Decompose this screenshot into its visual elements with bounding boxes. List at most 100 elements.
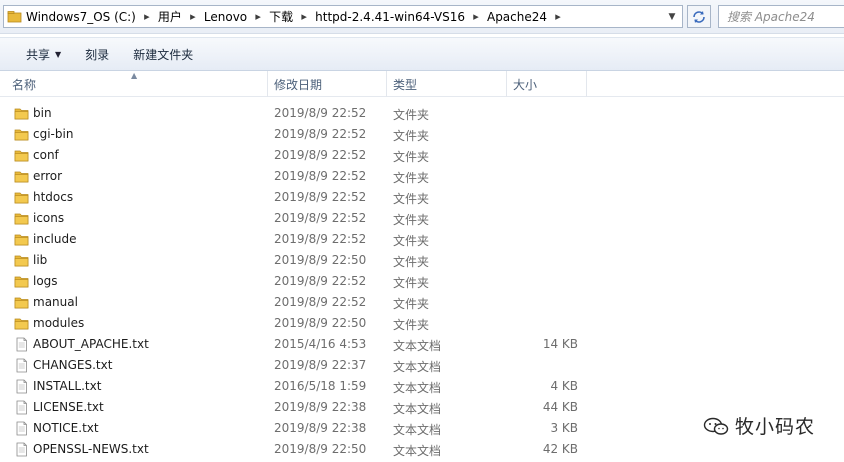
file-name: logs <box>33 274 58 288</box>
file-type: 文件夹 <box>393 318 430 332</box>
file-type: 文件夹 <box>393 129 430 143</box>
breadcrumb-item[interactable]: 下载 <box>267 8 295 25</box>
address-bar[interactable]: Windows7_OS (C:) ▸ 用户 ▸ Lenovo ▸ 下载 ▸ httpd-2.4.… <box>3 5 683 28</box>
file-size: 44 KB <box>542 400 578 414</box>
file-name: bin <box>33 106 52 120</box>
folder-icon <box>14 148 29 163</box>
file-date: 2019/8/9 22:50 <box>274 316 367 330</box>
share-button[interactable]: 共享 ▼ <box>0 41 73 67</box>
breadcrumb-item[interactable]: Apache24 <box>485 10 549 24</box>
breadcrumb-item[interactable]: Lenovo <box>202 10 249 24</box>
file-row[interactable]: OPENSSL-NEWS.txt 2019/8/9 22:50 文本文档 42 KB <box>0 439 844 460</box>
folder-icon <box>14 316 29 331</box>
file-row[interactable]: bin 2019/8/9 22:52 文件夹 <box>0 103 844 124</box>
new-folder-button[interactable]: 新建文件夹 <box>121 41 205 67</box>
file-name: manual <box>33 295 78 309</box>
folder-icon <box>14 169 29 184</box>
file-name: ABOUT_APACHE.txt <box>33 337 149 351</box>
folder-icon <box>14 127 29 142</box>
file-date: 2019/8/9 22:52 <box>274 190 367 204</box>
file-date: 2019/8/9 22:52 <box>274 169 367 183</box>
caret-down-icon: ▼ <box>55 49 62 59</box>
breadcrumb-item[interactable]: 用户 <box>156 8 184 25</box>
file-name: INSTALL.txt <box>33 379 102 393</box>
file-type: 文本文档 <box>393 402 442 416</box>
file-date: 2019/8/9 22:52 <box>274 274 367 288</box>
chevron-down-icon[interactable]: ▼ <box>664 8 680 25</box>
file-name: htdocs <box>33 190 74 204</box>
file-name: LICENSE.txt <box>33 400 104 414</box>
file-name: icons <box>33 211 65 225</box>
chevron-right-icon[interactable]: ▸ <box>295 10 313 23</box>
burn-label: 刻录 <box>85 47 110 62</box>
file-size: 42 KB <box>542 442 578 456</box>
chevron-right-icon[interactable]: ▸ <box>249 10 267 23</box>
file-name: OPENSSL-NEWS.txt <box>33 442 149 456</box>
burn-button[interactable]: 刻录 <box>73 41 121 67</box>
file-row[interactable]: logs 2019/8/9 22:52 文件夹 <box>0 271 844 292</box>
file-row[interactable]: modules 2019/8/9 22:50 文件夹 <box>0 313 844 334</box>
file-name: conf <box>33 148 59 162</box>
address-bar-row: Windows7_OS (C:) ▸ 用户 ▸ Lenovo ▸ 下载 ▸ httpd-2.4.… <box>0 0 844 34</box>
column-header-name[interactable]: 名称 <box>6 71 268 97</box>
search-placeholder: 搜索 Apache24 <box>727 10 815 24</box>
new-folder-label: 新建文件夹 <box>133 47 194 62</box>
file-size: 14 KB <box>542 337 578 351</box>
file-date: 2019/8/9 22:52 <box>274 211 367 225</box>
watermark-text: 牧小码农 <box>735 416 816 438</box>
file-row[interactable]: htdocs 2019/8/9 22:52 文件夹 <box>0 187 844 208</box>
file-date: 2019/8/9 22:37 <box>274 358 367 372</box>
file-row[interactable]: conf 2019/8/9 22:52 文件夹 <box>0 145 844 166</box>
file-type: 文本文档 <box>393 339 442 353</box>
wechat-icon <box>703 417 729 435</box>
chevron-right-icon[interactable]: ▸ <box>184 10 202 23</box>
chevron-right-icon[interactable]: ▸ <box>467 10 485 23</box>
folder-icon <box>14 253 29 268</box>
file-row[interactable]: icons 2019/8/9 22:52 文件夹 <box>0 208 844 229</box>
file-date: 2019/8/9 22:50 <box>274 442 367 456</box>
file-row[interactable]: lib 2019/8/9 22:50 文件夹 <box>0 250 844 271</box>
watermark: 牧小码农 <box>703 412 815 439</box>
command-toolbar: 共享 ▼ 刻录 新建文件夹 <box>0 37 844 71</box>
folder-icon <box>14 190 29 205</box>
file-size: 4 KB <box>550 379 578 393</box>
file-type: 文件夹 <box>393 213 430 227</box>
column-size-label: 大小 <box>513 77 538 92</box>
file-row[interactable]: error 2019/8/9 22:52 文件夹 <box>0 166 844 187</box>
folder-icon <box>14 232 29 247</box>
file-type: 文件夹 <box>393 276 430 290</box>
file-row[interactable]: CHANGES.txt 2019/8/9 22:37 文本文档 <box>0 355 844 376</box>
breadcrumb-item[interactable]: Windows7_OS (C:) <box>24 10 138 24</box>
text-file-icon <box>14 442 29 457</box>
share-label: 共享 <box>26 47 51 62</box>
file-date: 2019/8/9 22:52 <box>274 232 367 246</box>
file-date: 2019/8/9 22:38 <box>274 421 367 435</box>
text-file-icon <box>14 400 29 415</box>
chevron-right-icon[interactable]: ▸ <box>138 10 156 23</box>
chevron-right-icon[interactable]: ▸ <box>549 10 567 23</box>
column-header-size[interactable]: 大小 <box>507 71 587 97</box>
address-root-icon[interactable] <box>4 9 24 25</box>
file-type: 文件夹 <box>393 108 430 122</box>
file-row[interactable]: include 2019/8/9 22:52 文件夹 <box>0 229 844 250</box>
file-row[interactable]: manual 2019/8/9 22:52 文件夹 <box>0 292 844 313</box>
file-name: cgi-bin <box>33 127 74 141</box>
column-date-label: 修改日期 <box>274 77 323 92</box>
file-date: 2019/8/9 22:50 <box>274 253 367 267</box>
file-date: 2019/8/9 22:52 <box>274 295 367 309</box>
column-header-date[interactable]: 修改日期 <box>268 71 387 97</box>
text-file-icon <box>14 358 29 373</box>
file-row[interactable]: ABOUT_APACHE.txt 2015/4/16 4:53 文本文档 14 KB <box>0 334 844 355</box>
refresh-icon <box>693 10 705 23</box>
column-header-type[interactable]: 类型 <box>387 71 507 97</box>
file-row[interactable]: cgi-bin 2019/8/9 22:52 文件夹 <box>0 124 844 145</box>
refresh-button[interactable] <box>687 5 711 28</box>
folder-icon <box>14 295 29 310</box>
file-type: 文件夹 <box>393 171 430 185</box>
file-name: error <box>33 169 63 183</box>
breadcrumb-item[interactable]: httpd-2.4.41-win64-VS16 <box>313 10 467 24</box>
file-row[interactable]: INSTALL.txt 2016/5/18 1:59 文本文档 4 KB <box>0 376 844 397</box>
search-input[interactable]: 搜索 Apache24 <box>718 5 844 28</box>
text-file-icon <box>14 337 29 352</box>
folder-icon <box>14 211 29 226</box>
